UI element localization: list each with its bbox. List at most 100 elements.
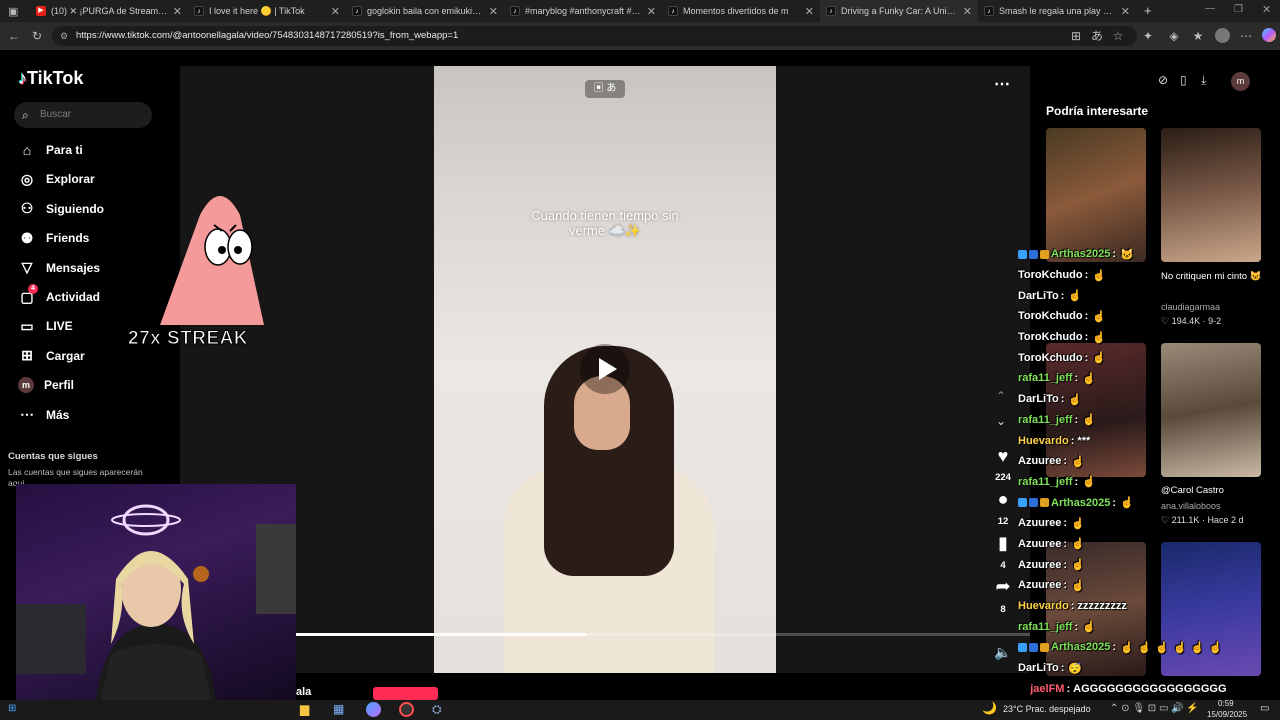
browser-tab[interactable]: ♪ Momentos divertidos de m ✕	[662, 0, 820, 22]
sidebar-item-mensajes[interactable]: ▽ Mensajes	[18, 258, 100, 278]
chat-username[interactable]: Azuuree	[1018, 538, 1061, 550]
close-window-button[interactable]: ✕	[1262, 3, 1271, 16]
chat-username[interactable]: Azuuree	[1018, 517, 1061, 529]
address-bar[interactable]: ⚙ https://www.tiktok.com/@antoonellagala…	[52, 26, 1137, 46]
chat-username[interactable]: rafa11_jeff	[1018, 372, 1072, 384]
browser-tab[interactable]: ♪ goglokin baila con emikukis insa ✕	[346, 0, 504, 22]
copilot-icon[interactable]	[1262, 28, 1276, 42]
tab-title: #maryblog #anthonycraft #mar	[525, 6, 642, 16]
browser-icon[interactable]	[366, 702, 381, 717]
maximize-button[interactable]: ❐	[1234, 4, 1243, 15]
browser-tab[interactable]: ♪ #maryblog #anthonycraft #mar ✕	[504, 0, 662, 22]
sidebar-item-cargar[interactable]: ⊞ Cargar	[18, 346, 85, 366]
favorites-icon[interactable]: ★	[1190, 26, 1206, 46]
sidebar-item-para-ti[interactable]: ⌂ Para ti	[18, 140, 83, 160]
obs-icon[interactable]	[399, 702, 414, 717]
device-icon[interactable]: ▯	[1180, 73, 1187, 87]
following-section-title: Cuentas que sigues	[8, 451, 98, 462]
sidebar-item-perfil[interactable]: m Perfil	[18, 375, 74, 395]
chat-username[interactable]: Arthas2025	[1051, 248, 1110, 260]
chat-username[interactable]: Azuuree	[1018, 579, 1061, 591]
browser-tab[interactable]: ♪ I love it here 🟡 | TikTok ✕	[188, 0, 346, 22]
sidebar-item-live[interactable]: ▭ LIVE	[18, 316, 72, 336]
browser-tab[interactable]: ♪ Smash le regala una play 5 a Cri ✕	[978, 0, 1136, 22]
weather-text[interactable]: 23°C Prac. despejado	[1003, 704, 1091, 714]
close-tab-icon[interactable]: ✕	[647, 5, 656, 18]
explore-icon[interactable]: ⊘	[1158, 73, 1168, 87]
search-input[interactable]: ⌕ Buscar	[14, 102, 152, 128]
download-icon[interactable]: ⤓	[1201, 73, 1206, 88]
sidebar-item-actividad[interactable]: ▢ 4 Actividad	[18, 284, 100, 307]
chat-username[interactable]: DarLiTo	[1018, 393, 1059, 405]
close-tab-icon[interactable]: ✕	[173, 5, 182, 18]
chat-username[interactable]: Arthas2025	[1051, 641, 1110, 653]
close-tab-icon[interactable]: ✕	[963, 5, 972, 18]
chat-username[interactable]: DarLiTo	[1018, 290, 1059, 302]
rec-thumbnail-1[interactable]	[1046, 128, 1146, 262]
chat-username[interactable]: rafa11_jeff	[1018, 621, 1072, 633]
next-video-icon[interactable]: ⌄	[996, 414, 1006, 428]
sidebar-item-explorar[interactable]: ◎ Explorar	[18, 169, 95, 189]
chat-username[interactable]: ToroKchudo	[1018, 352, 1083, 364]
close-tab-icon[interactable]: ✕	[1121, 5, 1130, 18]
chat-username[interactable]: ToroKchudo	[1018, 269, 1083, 281]
menu-icon[interactable]: ⋯	[1238, 26, 1254, 46]
system-tray-icons[interactable]: ⌃ ⊙ 🎙 ⊡ ▭ 🔊 ⚡	[1110, 703, 1199, 714]
close-tab-icon[interactable]: ✕	[489, 5, 498, 18]
video-author-name[interactable]: ala	[296, 686, 311, 698]
chat-message: rafa11_jeff: ☝	[1018, 472, 1280, 493]
clock-time[interactable]: 0:59	[1218, 699, 1234, 708]
chat-username[interactable]: rafa11_jeff	[1018, 414, 1072, 426]
notification-icon[interactable]: ▭	[1260, 703, 1269, 714]
site-info-icon[interactable]: ⚙	[60, 26, 68, 46]
more-options-icon[interactable]: ⋯	[994, 74, 1010, 94]
rec-thumbnail-2[interactable]	[1161, 128, 1261, 262]
install-app-icon[interactable]: ⊞	[1068, 26, 1084, 46]
comment-icon[interactable]: ●	[990, 489, 1016, 510]
profile-avatar[interactable]	[1215, 28, 1230, 43]
chat-username[interactable]: Huevardo	[1018, 435, 1069, 447]
sidebar-item-friends[interactable]: ⚉ Friends	[18, 228, 90, 248]
close-tab-icon[interactable]: ✕	[805, 5, 814, 18]
back-icon[interactable]: ←	[6, 26, 22, 46]
tab-actions-icon[interactable]: ▣	[8, 5, 18, 18]
bookmark-icon[interactable]: ▮	[990, 533, 1016, 554]
new-tab-button[interactable]: +	[1144, 3, 1152, 18]
share-icon[interactable]: ➦	[990, 576, 1016, 597]
chat-username[interactable]: Azuuree	[1018, 455, 1061, 467]
browser-tab[interactable]: ♪ Driving a Funky Car: A Unique E ✕	[820, 0, 978, 22]
browser-tab[interactable]: ▶ (10) ✕ ¡PURGA de Streamers 8C ✕	[30, 0, 188, 22]
chat-username[interactable]: Arthas2025	[1051, 497, 1110, 509]
reload-icon[interactable]: ↻	[29, 26, 45, 46]
chat-emote-icon: 🐱	[1120, 248, 1134, 261]
chat-username[interactable]: ToroKchudo	[1018, 310, 1083, 322]
sidebar-item-siguiendo[interactable]: ⚇ Siguiendo	[18, 199, 104, 219]
like-icon[interactable]: ♥	[990, 446, 1016, 467]
user-avatar[interactable]: m	[1231, 72, 1250, 91]
follow-button[interactable]	[373, 687, 438, 700]
close-tab-icon[interactable]: ✕	[331, 5, 340, 18]
chat-username[interactable]: rafa11_jeff	[1018, 476, 1072, 488]
start-icon[interactable]: ⊞	[8, 703, 16, 714]
bookmark-star-icon[interactable]: ☆	[1110, 26, 1126, 46]
tiktok-icon: ♪	[194, 6, 204, 16]
chat-username[interactable]: Huevardo	[1018, 600, 1069, 612]
extensions-icon[interactable]: ✦	[1140, 26, 1156, 46]
play-button[interactable]	[580, 344, 630, 394]
extension-pin-icon[interactable]: ◈	[1166, 26, 1182, 46]
chat-username[interactable]: Azuuree	[1018, 559, 1061, 571]
chat-hand-emote-icon: ☝	[1190, 641, 1205, 654]
settings-app-icon[interactable]: ⛭	[432, 702, 442, 717]
chat-hand-emote-icon: ☝	[1068, 290, 1083, 303]
volume-icon[interactable]: 🔈	[990, 644, 1016, 661]
previous-video-icon[interactable]: ⌃	[996, 389, 1006, 403]
chat-username[interactable]: ToroKchudo	[1018, 331, 1083, 343]
translate-icon[interactable]: あ	[1089, 26, 1105, 46]
file-explorer-icon[interactable]: ▆	[300, 702, 309, 716]
clock-date[interactable]: 15/09/2025	[1207, 710, 1247, 719]
video-options-chip[interactable]: ▣ あ	[585, 80, 625, 98]
tiktok-logo[interactable]: ♪TikTok	[18, 68, 83, 89]
store-icon[interactable]: ▦	[333, 702, 344, 716]
minimize-button[interactable]: —	[1205, 3, 1215, 14]
sidebar-item-más[interactable]: ⋯ Más	[18, 405, 69, 425]
